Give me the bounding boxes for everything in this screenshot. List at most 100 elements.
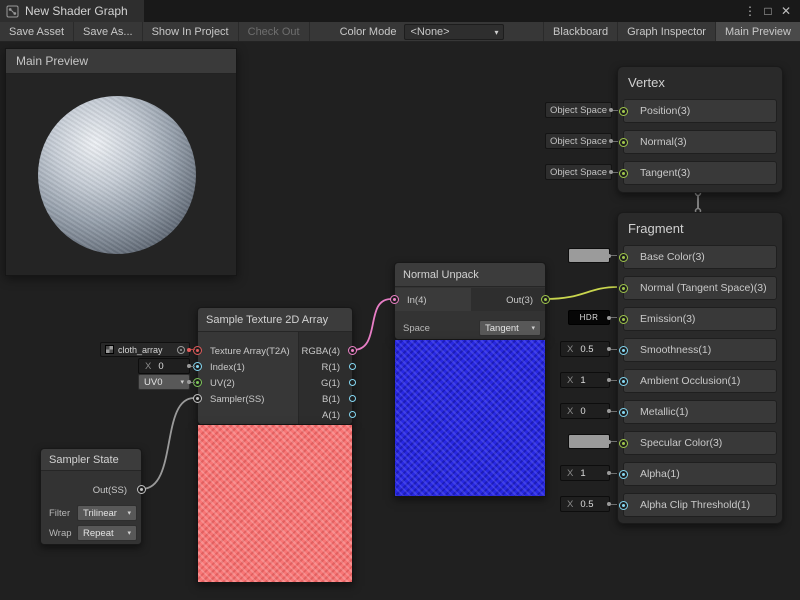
main-preview-title: Main Preview [16,54,88,68]
in-input-port[interactable] [390,295,399,304]
position-space-dropdown[interactable]: Object Space [545,102,612,118]
maximize-icon[interactable]: □ [760,0,776,22]
port-label: UV(2) [210,375,235,391]
sampler-state-node[interactable]: Sampler State Out(SS) Filter Trilinear ▾… [40,448,142,545]
specular-color-swatch[interactable] [568,434,610,449]
block-normal[interactable]: Normal(3) [623,130,777,154]
node-title: Sampler State [49,454,119,466]
uv-input-port[interactable] [193,378,202,387]
show-in-project-button[interactable]: Show In Project [143,22,239,41]
metallic-input-port[interactable] [619,408,628,417]
graph-inspector-toggle-button[interactable]: Graph Inspector [617,22,715,41]
block-alpha-clip-threshold[interactable]: Alpha Clip Threshold(1) [623,493,777,517]
tangent-space-dropdown[interactable]: Object Space [545,164,612,180]
graph-canvas[interactable]: Main Preview Vertex Position(3) Normal(3… [0,42,800,600]
out-output-port[interactable] [541,295,550,304]
normal-input-port[interactable] [619,138,628,147]
g-output-port[interactable] [349,379,356,386]
index-input-port[interactable] [193,362,202,371]
main-preview-header[interactable]: Main Preview [6,49,236,74]
block-position[interactable]: Position(3) [623,99,777,123]
filter-dropdown[interactable]: Trilinear ▾ [77,505,137,521]
main-preview-panel[interactable]: Main Preview [5,48,237,276]
sampler-input-port[interactable] [193,394,202,403]
blackboard-toggle-button[interactable]: Blackboard [543,22,617,41]
alpha-clip-input-port[interactable] [619,501,628,510]
emission-input-port[interactable] [619,315,628,324]
rgba-output-port[interactable] [348,346,357,355]
specular-color-input-port[interactable] [619,439,628,448]
a-output-port[interactable] [349,411,356,418]
axis-label: X [567,344,573,355]
sample-texture-preview [197,425,353,583]
main-preview-body [6,74,236,275]
fragment-stack-node[interactable]: Fragment Base Color(3) Normal (Tangent S… [617,212,783,524]
vertex-stack-node[interactable]: Vertex Position(3) Normal(3) Tangent(3) [617,66,783,193]
emission-hdr-swatch[interactable]: HDR [568,310,610,325]
block-normal-tangent-space[interactable]: Normal (Tangent Space)(3) [623,276,777,300]
index-value-widget[interactable]: X 0 [138,358,190,374]
normal-tangent-input-port[interactable] [619,284,628,293]
color-mode-dropdown[interactable]: <None> ▾ [404,24,504,40]
space-value: Object Space [550,167,607,178]
object-picker-icon[interactable] [177,346,185,354]
block-emission[interactable]: Emission(3) [623,307,777,331]
space-dropdown[interactable]: Tangent ▾ [479,320,541,336]
block-specular-color[interactable]: Specular Color(3) [623,431,777,455]
sample-texture-2d-array-node[interactable]: Sample Texture 2D Array Texture Array(T2… [197,307,353,425]
alpha-value-widget[interactable]: X 1 [560,465,610,481]
alpha-clip-value-widget[interactable]: X 0.5 [560,496,610,512]
block-metallic[interactable]: Metallic(1) [623,400,777,424]
block-label: Alpha(1) [640,468,680,480]
block-smoothness[interactable]: Smoothness(1) [623,338,777,362]
widget-connector [609,411,617,412]
node-title: Sample Texture 2D Array [206,314,328,326]
chevron-down-icon: ▾ [180,378,184,386]
main-preview-toggle-button[interactable]: Main Preview [715,22,800,41]
axis-label: X [145,361,151,372]
uv-channel-value: UV0 [144,377,162,388]
normal-space-dropdown[interactable]: Object Space [545,133,612,149]
save-asset-button[interactable]: Save Asset [0,22,74,41]
node-header[interactable]: Sample Texture 2D Array [198,308,352,332]
block-base-color[interactable]: Base Color(3) [623,245,777,269]
tangent-input-port[interactable] [619,169,628,178]
wire-normal-unpack-out-to-fragment-normal[interactable] [546,287,618,299]
window-menu-icon[interactable]: ⋮ [742,0,758,22]
widget-connector [609,349,617,350]
base-color-input-port[interactable] [619,253,628,262]
chevron-down-icon: ▾ [531,324,535,332]
out-ss-output-port[interactable] [137,485,146,494]
r-output-port[interactable] [349,363,356,370]
metallic-value-widget[interactable]: X 0 [560,403,610,419]
save-as-button[interactable]: Save As... [74,22,143,41]
block-ambient-occlusion[interactable]: Ambient Occlusion(1) [623,369,777,393]
wrap-dropdown[interactable]: Repeat ▾ [77,525,137,541]
close-icon[interactable]: ✕ [778,0,794,22]
block-label: Normal(3) [640,136,687,148]
node-header[interactable]: Normal Unpack [395,263,545,287]
node-header[interactable]: Sampler State [41,449,141,471]
port-label: RGBA(4) [301,343,340,359]
smoothness-value-widget[interactable]: X 0.5 [560,341,610,357]
check-out-button: Check Out [239,22,310,41]
base-color-swatch[interactable] [568,248,610,263]
uv-channel-dropdown[interactable]: UV0 ▾ [138,374,190,390]
ambient-occlusion-value-widget[interactable]: X 1 [560,372,610,388]
normal-unpack-node[interactable]: Normal Unpack In(4) Out(3) Space Tangent… [394,262,546,340]
alpha-input-port[interactable] [619,470,628,479]
block-tangent[interactable]: Tangent(3) [623,161,777,185]
wire-sampler-state-to-sampler[interactable] [142,398,194,489]
widget-connector [189,349,195,350]
block-alpha[interactable]: Alpha(1) [623,462,777,486]
wire-rgba-to-normal-unpack-in[interactable] [353,299,391,350]
ambient-occlusion-input-port[interactable] [619,377,628,386]
position-input-port[interactable] [619,107,628,116]
b-output-port[interactable] [349,395,356,402]
axis-label: X [567,499,573,510]
color-mode-value: <None> [410,26,449,38]
smoothness-input-port[interactable] [619,346,628,355]
shader-graph-tab[interactable]: New Shader Graph [0,0,144,22]
cloth-array-texture-field[interactable]: cloth_array [100,342,190,357]
texture-array-input-port[interactable] [193,346,202,355]
